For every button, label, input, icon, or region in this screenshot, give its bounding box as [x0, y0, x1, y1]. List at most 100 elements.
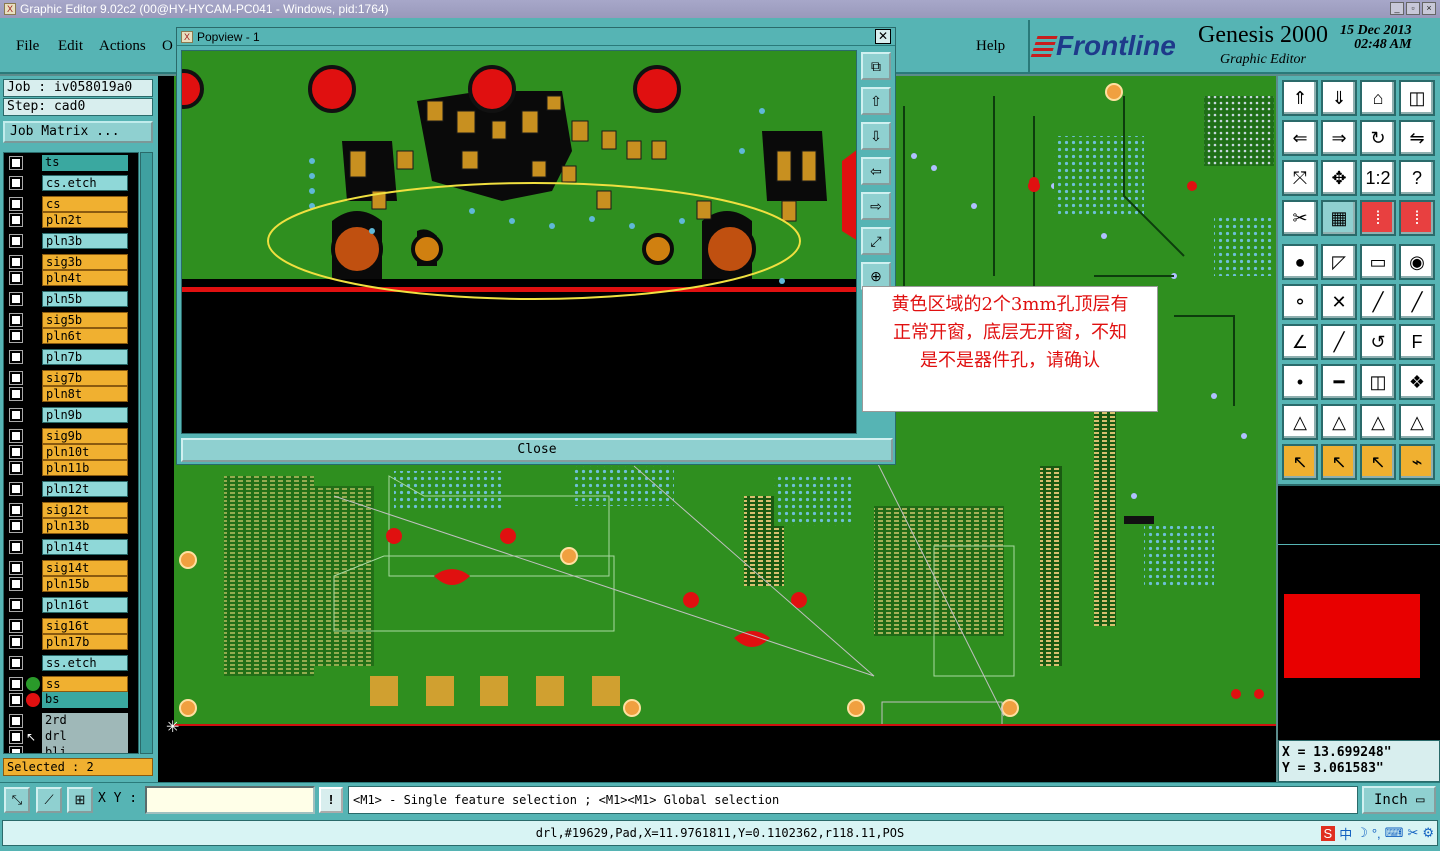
layer-checkbox[interactable]	[9, 350, 23, 364]
menu-file[interactable]: File	[16, 38, 39, 55]
snap-icon[interactable]: ⁞	[1360, 200, 1396, 236]
zoom-window-icon[interactable]: ⤡	[4, 787, 30, 813]
layer-row-pln10t[interactable]: pln10t	[4, 444, 138, 460]
layer-checkbox[interactable]	[9, 387, 23, 401]
route-icon[interactable]: ⌁	[1399, 444, 1435, 480]
layer-row-pln9b[interactable]: pln9b	[4, 407, 138, 423]
layer-row-bs[interactable]: bs	[4, 692, 138, 708]
ruler-icon[interactable]: ▭	[1360, 244, 1396, 280]
layer-checkbox[interactable]	[9, 619, 23, 633]
up-icon[interactable]: ⇑	[1282, 80, 1318, 116]
help-icon[interactable]: ?	[1399, 160, 1435, 196]
layer-checkbox[interactable]	[9, 635, 23, 649]
left-icon[interactable]: ⇐	[1282, 120, 1318, 156]
pointer3-icon[interactable]: ↖	[1360, 444, 1396, 480]
measure-icon[interactable]: ⟋	[36, 787, 62, 813]
snap2-icon[interactable]: ⁞	[1399, 200, 1435, 236]
layer-row-drl[interactable]: ↖ drl	[4, 729, 138, 745]
ime-icon-6[interactable]: ⚙	[1422, 825, 1434, 841]
popview-up-icon[interactable]: ⇧	[861, 87, 891, 115]
layer-row-pln4t[interactable]: pln4t	[4, 270, 138, 286]
ime-toolbar[interactable]: S 中 ☽ °, ⌨ ✂ ⚙	[1320, 824, 1434, 843]
group-icon[interactable]: ❖	[1399, 364, 1435, 400]
home-icon[interactable]: ⌂	[1360, 80, 1396, 116]
center-icon[interactable]: ✥	[1321, 160, 1357, 196]
popview-down-icon[interactable]: ⇩	[861, 122, 891, 150]
layer-row-pln13b[interactable]: pln13b	[4, 518, 138, 534]
menu-options[interactable]: O	[162, 38, 173, 55]
job-matrix-button[interactable]: Job Matrix ...	[3, 121, 153, 143]
arc-icon[interactable]: ↺	[1360, 324, 1396, 360]
pad2-icon[interactable]: •	[1282, 364, 1318, 400]
layer-row-sig3b[interactable]: sig3b	[4, 254, 138, 270]
layer-row-pln2t[interactable]: pln2t	[4, 212, 138, 228]
close-window-button[interactable]: ×	[1422, 2, 1436, 15]
ime-icon-1[interactable]: 中	[1339, 824, 1352, 843]
pointer-icon[interactable]: ↖	[1282, 444, 1318, 480]
menu-actions[interactable]: Actions	[99, 38, 146, 55]
layer-checkbox[interactable]	[9, 213, 23, 227]
layer-checkbox[interactable]	[9, 429, 23, 443]
layer-row-pln16t[interactable]: pln16t	[4, 597, 138, 613]
menu-edit[interactable]: Edit	[58, 38, 83, 55]
grid-toggle-icon[interactable]: ⊞	[67, 787, 93, 813]
split-icon[interactable]: ◫	[1399, 80, 1435, 116]
layer-row-sig5b[interactable]: sig5b	[4, 312, 138, 328]
layer-row-pln8t[interactable]: pln8t	[4, 386, 138, 402]
ff-icon[interactable]: F	[1399, 324, 1435, 360]
layer-checkbox[interactable]	[9, 561, 23, 575]
slash-icon[interactable]: ╱	[1321, 324, 1357, 360]
popview-close-button[interactable]: Close	[181, 438, 893, 462]
layer-checkbox[interactable]	[9, 714, 23, 728]
fit-icon[interactable]: ⤧	[1282, 160, 1318, 196]
layer-row-pln7b[interactable]: pln7b	[4, 349, 138, 365]
layer-row-sig16t[interactable]: sig16t	[4, 618, 138, 634]
ime-icon-4[interactable]: ⌨	[1385, 825, 1404, 841]
measure-icon[interactable]: ✂	[1282, 200, 1318, 236]
layer-row-pln14t[interactable]: pln14t	[4, 539, 138, 555]
layer-checkbox[interactable]	[9, 313, 23, 327]
mirror-icon[interactable]: ⇋	[1399, 120, 1435, 156]
minus-icon[interactable]: ━	[1321, 364, 1357, 400]
layer-row-pln5b[interactable]: pln5b	[4, 291, 138, 307]
units-selector[interactable]: Inch ▭	[1362, 786, 1436, 814]
triangle-icon[interactable]: △	[1282, 404, 1318, 440]
popview-fit-icon[interactable]: ⤢	[861, 227, 891, 255]
layer-row-sig14t[interactable]: sig14t	[4, 560, 138, 576]
triangle4-icon[interactable]: △	[1399, 404, 1435, 440]
minimap[interactable]	[1278, 484, 1440, 740]
down-icon[interactable]: ⇓	[1321, 80, 1357, 116]
layer-row-pln6t[interactable]: pln6t	[4, 328, 138, 344]
layer-checkbox[interactable]	[9, 540, 23, 554]
cross-icon[interactable]: ✕	[1321, 284, 1357, 320]
popview-left-icon[interactable]: ⇦	[861, 157, 891, 185]
layer-row-2rd[interactable]: 2rd	[4, 713, 138, 729]
layer-row-ss-etch[interactable]: ss.etch	[4, 655, 138, 671]
layer-row-sig9b[interactable]: sig9b	[4, 428, 138, 444]
layer-row-ss[interactable]: ss	[4, 676, 138, 692]
layer-checkbox[interactable]	[9, 371, 23, 385]
scale-icon[interactable]: 1:2	[1360, 160, 1396, 196]
layer-checkbox[interactable]	[9, 445, 23, 459]
layer-checkbox[interactable]	[9, 656, 23, 670]
ime-icon-3[interactable]: °,	[1372, 826, 1381, 841]
xy-input[interactable]	[145, 786, 315, 814]
layer-row-pln11b[interactable]: pln11b	[4, 460, 138, 476]
layer-checkbox[interactable]	[9, 577, 23, 591]
layer-checkbox[interactable]	[9, 503, 23, 517]
popview-close-icon[interactable]: ✕	[875, 29, 891, 44]
layer-checkbox[interactable]	[9, 292, 23, 306]
resize-icon[interactable]: ◫	[1360, 364, 1396, 400]
layer-checkbox[interactable]	[9, 156, 23, 170]
rotate-icon[interactable]: ↻	[1360, 120, 1396, 156]
layer-checkbox[interactable]	[9, 598, 23, 612]
line2-icon[interactable]: ╱	[1399, 284, 1435, 320]
layer-row-cs[interactable]: cs	[4, 196, 138, 212]
pad-icon[interactable]: ●	[1282, 244, 1318, 280]
layer-row-bli[interactable]: bli	[4, 745, 138, 753]
menu-help[interactable]: Help	[976, 38, 1005, 55]
layer-row-cs-etch[interactable]: cs.etch	[4, 175, 138, 191]
line-icon[interactable]: ╱	[1360, 284, 1396, 320]
connect-icon[interactable]: ⚬	[1282, 284, 1318, 320]
popview-canvas[interactable]	[181, 50, 857, 434]
